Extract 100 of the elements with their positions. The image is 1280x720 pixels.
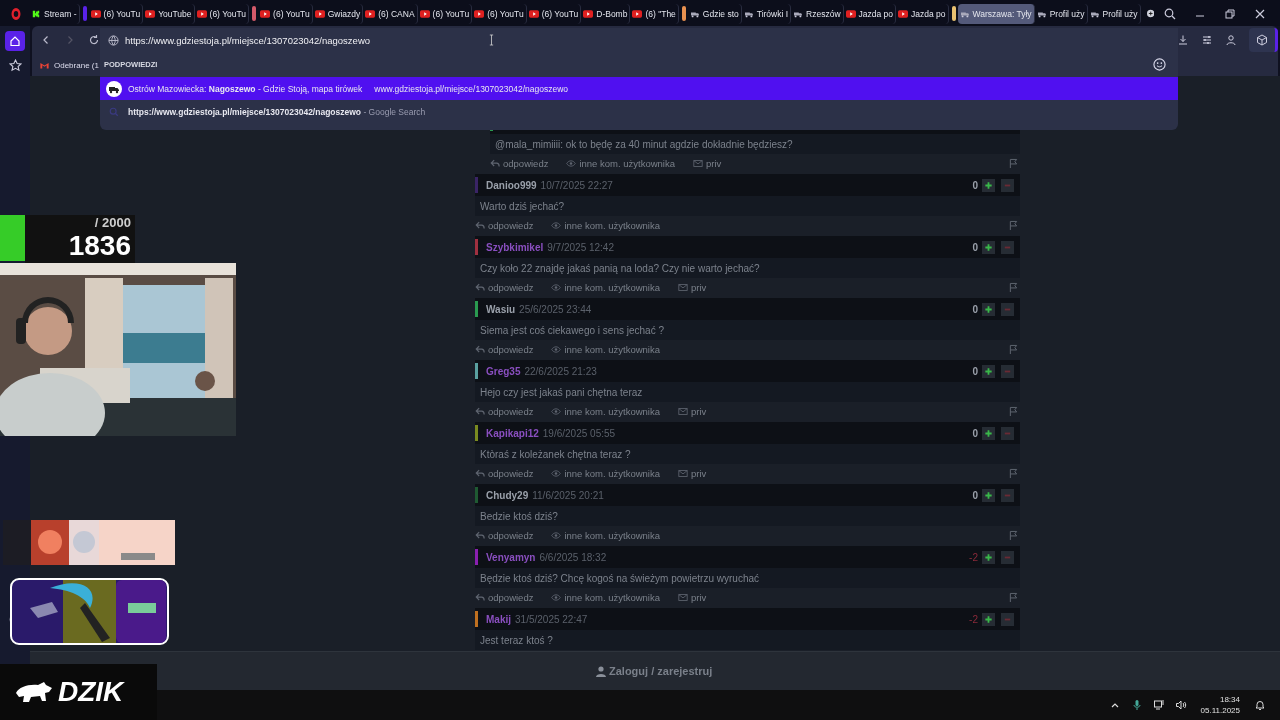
username[interactable]: Venyamyn [486,551,536,563]
upvote-button[interactable] [982,178,995,192]
comment-action-link[interactable]: priv [693,157,722,169]
browser-tab[interactable]: Profil uży [1087,3,1141,24]
browser-tab[interactable]: Gwiazdy [312,3,364,24]
suggestion-item[interactable]: https://www.gdziestoja.pl/miejsce/1307023042/nagoszewo - Google Search [100,100,1178,123]
download-icon[interactable] [1177,34,1189,46]
comment-action-link[interactable]: priv [678,281,707,293]
comment-action-link[interactable]: inne kom. użytkownika [551,281,660,293]
flag-icon[interactable] [1009,343,1018,355]
reload-icon[interactable] [88,34,100,46]
comment-action-link[interactable]: odpowiedz [475,343,534,355]
comment-action-link[interactable]: odpowiedz [475,219,534,231]
settings-icon[interactable] [1201,34,1213,46]
vote-score: 0 [972,241,978,253]
bookmark[interactable]: Odebrane (1 [40,60,99,70]
extension-button[interactable] [1249,28,1278,52]
browser-tab[interactable]: Stream - [29,3,80,24]
browser-tab[interactable]: Jazda po [843,3,897,24]
restore-icon[interactable] [1224,7,1236,20]
upvote-button[interactable] [982,302,995,316]
comment-action-link[interactable]: inne kom. użytkownika [566,157,675,169]
login-link[interactable]: Zaloguj / zarejestruj [596,665,713,677]
username[interactable]: Szybkimikel [486,241,544,253]
comment-action-link[interactable]: priv [678,467,707,479]
comment-action-link[interactable]: inne kom. użytkownika [551,343,660,355]
tab-group-marker[interactable] [681,6,686,21]
address-field[interactable]: https://www.gdziestoja.pl/miejsce/1307023042/nagoszewo [125,34,485,46]
upvote-button[interactable] [982,550,995,564]
flag-icon[interactable] [1009,529,1018,541]
username[interactable]: Danioo999 [486,179,537,191]
flag-icon[interactable] [1009,467,1018,479]
upvote-button[interactable] [982,426,995,440]
browser-tab[interactable]: Rzeszów [791,3,844,24]
profile-icon[interactable] [1225,34,1237,46]
comment-action-link[interactable]: odpowiedz [490,157,549,169]
username[interactable]: Kapikapi12 [486,427,539,439]
tab-group-marker[interactable] [252,6,257,21]
browser-tab[interactable]: Gdzie sto [687,3,742,24]
star-icon[interactable] [8,59,22,72]
search-icon[interactable] [1164,7,1176,20]
upvote-button[interactable] [982,364,995,378]
browser-tab[interactable]: (6) YouTu [258,3,313,24]
browser-tab[interactable]: Profil uży [1034,3,1088,24]
taskbar-clock[interactable]: 18:34 05.11.2025 [1200,694,1240,716]
browser-tab[interactable]: YouTube [143,3,195,24]
new-tab-icon[interactable] [1146,7,1154,20]
smiley-icon[interactable] [1153,58,1166,71]
flag-icon[interactable] [1009,281,1018,293]
browser-tab[interactable]: (6) YouTu [526,3,582,24]
vote-score: 0 [972,427,978,439]
browser-tab[interactable]: D-Bomb [581,3,631,24]
home-button[interactable] [5,31,25,51]
eye-icon [551,592,562,602]
comment-action-link[interactable]: inne kom. użytkownika [551,529,660,541]
comment-action-link[interactable]: odpowiedz [475,529,534,541]
browser-tab[interactable]: (6) YouTu [472,3,527,24]
flag-icon[interactable] [1009,591,1018,603]
bell-icon[interactable] [1254,699,1266,711]
flag-icon[interactable] [1009,405,1018,417]
volume-icon[interactable] [1174,699,1187,711]
truck-icon [106,80,122,97]
browser-tab[interactable]: Tirówki I [741,3,792,24]
comment-action-link[interactable]: priv [678,405,707,417]
upvote-button[interactable] [982,612,995,626]
network-icon[interactable] [1152,699,1165,711]
logo-text: DZIK [58,676,124,708]
video-icon [845,9,856,18]
browser-tab[interactable]: (6) CANA [363,3,418,24]
comment-action-link[interactable]: odpowiedz [475,467,534,479]
comment-action-link[interactable]: inne kom. użytkownika [551,405,660,417]
close-icon[interactable] [1254,7,1266,20]
comment-action-link[interactable]: odpowiedz [475,405,534,417]
browser-tab[interactable]: (6) YouTu [417,3,473,24]
browser-tab[interactable]: (6) YouTu [88,3,144,24]
flag-icon[interactable] [1009,219,1018,231]
flag-icon[interactable] [1009,157,1018,169]
username[interactable]: Wasiu [486,303,516,315]
comment-action-link[interactable]: odpowiedz [475,591,534,603]
comment-action-link[interactable]: priv [678,591,707,603]
comment-action-link[interactable]: inne kom. użytkownika [551,467,660,479]
browser-tab[interactable]: (6) "The [630,3,679,24]
browser-tab[interactable]: Jazda po [896,3,949,24]
tab-group-marker[interactable] [82,6,87,21]
username[interactable]: Greg35 [486,365,521,377]
comment-date: 22/6/2025 21:23 [524,365,597,377]
comment-action-link[interactable]: odpowiedz [475,281,534,293]
upvote-button[interactable] [982,240,995,254]
comment-action-link[interactable]: inne kom. użytkownika [551,219,660,231]
browser-tab[interactable]: (6) YouTu [194,3,250,24]
tab-group-marker[interactable] [951,6,956,21]
microphone-icon[interactable] [1130,699,1143,711]
suggestion-item[interactable]: Ostrów Mazowiecka: Nagoszewo - Gdzie Stoją, mapa tirówek www.gdziestoja.pl/miejsce/1307023042/nagoszewo [100,77,1178,100]
username[interactable]: Chudy29 [486,489,529,501]
comment-action-link[interactable]: inne kom. użytkownika [551,591,660,603]
comment-date: 25/6/2025 23:44 [519,303,592,315]
opera-logo-icon[interactable] [11,7,21,20]
username[interactable]: Makij [486,613,511,625]
browser-tab[interactable]: Warszawa: Tyły [957,3,1035,24]
upvote-button[interactable] [982,488,995,502]
